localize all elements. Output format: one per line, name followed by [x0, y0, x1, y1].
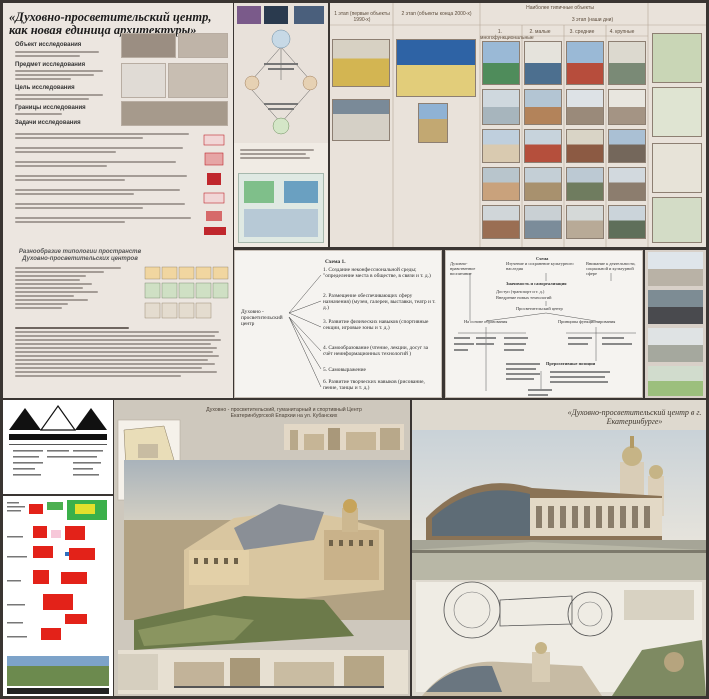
- building-photo: [608, 129, 646, 163]
- thumbnail-photo: [237, 6, 261, 24]
- board-b-render: [412, 430, 706, 696]
- building-photo: [524, 89, 562, 125]
- church-photo: [566, 41, 604, 85]
- church-photo: [396, 39, 476, 97]
- building-photo: [482, 167, 520, 201]
- typology-heading: Разнообразие типологии пространств Духов…: [18, 249, 142, 262]
- church-photo: [482, 41, 520, 85]
- building-photo: [482, 89, 520, 125]
- section-heading-bounds: Границы исследования: [15, 104, 86, 111]
- concept-diagram: [244, 29, 318, 135]
- emblem-diagram: [9, 404, 107, 476]
- scheme-1-item: 5. Самовыражение: [323, 367, 366, 373]
- church-photo: [418, 103, 448, 143]
- scheme-1-item: 6. Развитие творческих навыков (рисовани…: [323, 379, 425, 391]
- scheme-1-item: 2. Размещение обеспечивающих сферу назна…: [323, 293, 436, 311]
- section-heading-object: Объект исследования: [15, 42, 82, 48]
- building-photo: [524, 129, 562, 163]
- building-photo: [566, 167, 604, 201]
- thumbnail-photo: [264, 6, 288, 24]
- render-board-a: Духовно - просветительский, гуманитарный…: [114, 400, 410, 696]
- sketch-grid: [144, 266, 229, 319]
- building-photo: [566, 129, 604, 163]
- church-photo: [608, 41, 646, 85]
- zoning-board: [3, 496, 113, 696]
- red-building-diagrams: [203, 134, 226, 235]
- scheme-1-item: 1. Создание неконфессиональной среды; "о…: [323, 267, 431, 279]
- building-photo: [524, 167, 562, 201]
- zoning-diagrams: [7, 500, 109, 694]
- thumbnail-plan: [121, 63, 166, 98]
- building-photo: [566, 89, 604, 125]
- building-photo: [566, 205, 604, 239]
- building-photo: [524, 205, 562, 239]
- church-photo: [524, 41, 562, 85]
- site-plan: [652, 143, 702, 193]
- site-plan: [652, 87, 702, 137]
- render-board-b: «Духовно-просветительский центр в г. Ека…: [412, 400, 706, 696]
- section-heading-goal: Цель исследования: [15, 85, 75, 91]
- building-photo: [608, 167, 646, 201]
- thumbnail-building: [178, 33, 228, 58]
- render-strip: [645, 250, 706, 398]
- thumbnail-building: [121, 33, 176, 58]
- conclusion-text: [9, 325, 229, 379]
- research-goals: Объект исследования Предмет исследования…: [9, 39, 114, 127]
- typology-list: [9, 265, 139, 311]
- building-photo: [332, 39, 390, 87]
- building-photo: [608, 89, 646, 125]
- scheme-1-item: 3. Развитие физических навыков (спортивн…: [323, 319, 429, 331]
- photo-table-board: 1 этап (первые объекты 1990-х) 2 этап (о…: [330, 3, 706, 247]
- site-plan: [652, 33, 702, 83]
- scheme-1-board: Схема 1. Духовно - просветительский цент…: [234, 250, 442, 398]
- thumbnail-photo: [294, 6, 324, 24]
- scheme-1-item: 4. Самообразование (чтение, лекции, досу…: [323, 345, 429, 357]
- board-a-render: [117, 419, 410, 694]
- building-photo: [332, 99, 390, 141]
- plan-comparison-board: [234, 143, 328, 247]
- tasks-text: [9, 131, 204, 225]
- thumbnail-building: [168, 63, 228, 98]
- section-heading-subject: Предмет исследования: [15, 61, 86, 68]
- section-heading-tasks: Задачи исследования: [15, 120, 81, 126]
- emblem-diagram-board: [3, 400, 113, 494]
- building-photo: [482, 129, 520, 163]
- building-photo: [482, 205, 520, 239]
- scheme-2-board: Схема Духовно-нравственное воспитание Из…: [445, 250, 643, 398]
- scheme-2-connectors: [454, 273, 636, 396]
- site-plan: [652, 197, 702, 243]
- building-photo: [608, 205, 646, 239]
- thumbnail-building: [121, 101, 228, 126]
- title-board: «Духовно-просветительский центр, как нов…: [3, 3, 233, 398]
